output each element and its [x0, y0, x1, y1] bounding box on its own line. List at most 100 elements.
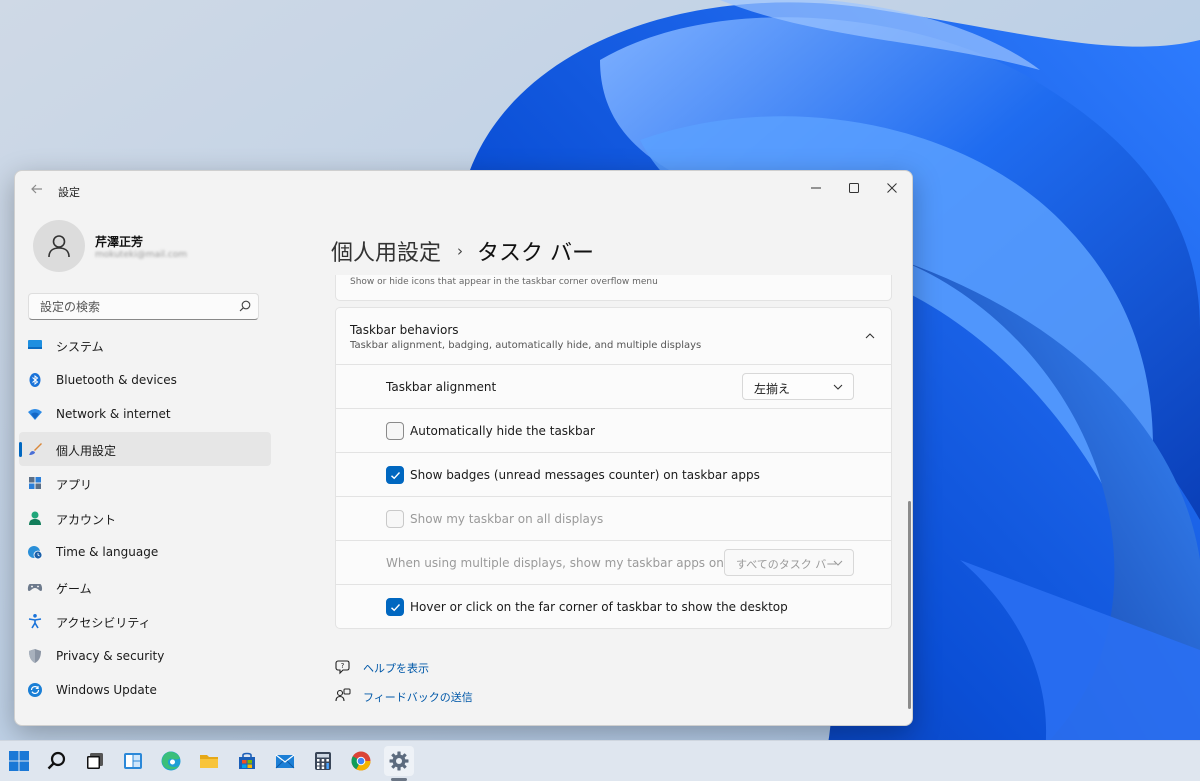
person-icon — [27, 510, 43, 526]
auto-hide-checkbox[interactable] — [386, 422, 404, 440]
scrollbar[interactable] — [908, 501, 911, 709]
sidebar-item-accounts[interactable]: アカウント — [19, 501, 271, 536]
sidebar-item-label: 個人用設定 — [56, 443, 117, 458]
sidebar-nav: システム Bluetooth & devices Network & inter… — [19, 328, 271, 708]
sidebar-item-apps[interactable]: アプリ — [19, 466, 271, 501]
edge-button[interactable] — [156, 746, 186, 776]
widgets-icon — [124, 753, 142, 769]
sidebar-item-label: システム — [56, 340, 104, 354]
brush-icon — [27, 441, 43, 457]
card-description: Show or hide icons that appear in the ta… — [350, 277, 658, 287]
sidebar-item-label: Privacy & security — [56, 648, 165, 663]
back-button[interactable] — [27, 182, 47, 200]
multi-display-label: When using multiple displays, show my ta… — [386, 556, 724, 570]
dropdown-value: すべてのタスク バー — [736, 558, 838, 571]
globe-clock-icon — [27, 544, 43, 560]
taskbar-alignment-row: Taskbar alignment 左揃え — [335, 365, 892, 409]
show-desktop-checkbox[interactable] — [386, 598, 404, 616]
settings-button[interactable] — [384, 746, 414, 776]
feedback-icon — [335, 688, 351, 702]
shield-icon — [27, 648, 43, 664]
taskbar-search-button[interactable] — [42, 746, 72, 776]
wifi-icon — [27, 406, 43, 422]
user-email: mokuteki@mail.com — [95, 250, 188, 260]
gamepad-icon — [27, 579, 43, 595]
sidebar-item-gaming[interactable]: ゲーム — [19, 570, 271, 605]
search-input[interactable] — [29, 294, 229, 319]
update-icon — [27, 682, 43, 698]
sidebar-item-accessibility[interactable]: アクセシビリティ — [19, 604, 271, 639]
help-link-text[interactable]: ヘルプを表示 — [363, 660, 429, 676]
chrome-icon — [351, 751, 371, 771]
help-link[interactable]: ? ヘルプを表示 — [335, 657, 535, 677]
checkmark-icon — [390, 603, 400, 611]
mail-icon — [275, 754, 295, 769]
task-view-icon — [87, 753, 103, 769]
section-title: Taskbar behaviors — [350, 323, 459, 337]
page-title: タスク バー — [477, 241, 595, 266]
minimize-button[interactable] — [797, 175, 835, 201]
minimize-icon — [811, 187, 821, 189]
store-icon — [239, 752, 255, 769]
search-box — [28, 293, 259, 320]
edge-icon — [161, 751, 181, 771]
section-description: Taskbar alignment, badging, automaticall… — [350, 340, 702, 351]
store-button[interactable] — [232, 746, 262, 776]
file-explorer-button[interactable] — [194, 746, 224, 776]
feedback-link-text[interactable]: フィードバックの送信 — [363, 689, 473, 705]
apps-icon — [27, 475, 43, 491]
sidebar-item-label: Time & language — [56, 545, 159, 559]
chevron-down-icon — [833, 384, 843, 390]
app-title: 設定 — [58, 186, 80, 199]
mail-button[interactable] — [270, 746, 300, 776]
start-icon — [9, 751, 29, 771]
search-icon[interactable] — [238, 299, 252, 313]
taskbar-corner-overflow-card[interactable]: Show or hide icons that appear in the ta… — [335, 275, 892, 301]
show-badges-checkbox[interactable] — [386, 466, 404, 484]
multi-display-row: When using multiple displays, show my ta… — [335, 541, 892, 585]
maximize-icon — [849, 183, 859, 193]
chevron-up-icon[interactable] — [863, 329, 877, 343]
breadcrumb-parent[interactable]: 個人用設定 — [331, 235, 441, 267]
sidebar-item-label: Bluetooth & devices — [56, 372, 177, 387]
all-displays-label: Show my taskbar on all displays — [410, 512, 604, 526]
show-desktop-label[interactable]: Hover or click on the far corner of task… — [410, 600, 788, 614]
taskbar-alignment-label: Taskbar alignment — [386, 380, 497, 394]
person-icon — [48, 235, 70, 258]
sidebar-item-network[interactable]: Network & internet — [19, 397, 271, 432]
search-icon — [47, 751, 66, 770]
maximize-button[interactable] — [835, 175, 873, 201]
calculator-button[interactable] — [308, 746, 338, 776]
bluetooth-icon — [27, 372, 43, 388]
feedback-link[interactable]: フィードバックの送信 — [335, 686, 535, 706]
show-badges-label[interactable]: Show badges (unread messages counter) on… — [410, 468, 760, 482]
avatar[interactable] — [33, 220, 85, 272]
all-displays-checkbox[interactable] — [386, 510, 404, 528]
chrome-button[interactable] — [346, 746, 376, 776]
sidebar-item-windows-update[interactable]: Windows Update — [19, 673, 271, 708]
sidebar-item-personalization[interactable]: 個人用設定 — [19, 431, 271, 466]
show-badges-row: Show badges (unread messages counter) on… — [335, 453, 892, 497]
arrow-left-icon — [31, 184, 42, 194]
checkmark-icon — [390, 471, 400, 479]
taskbar-alignment-dropdown[interactable]: 左揃え — [742, 373, 854, 400]
chevron-down-icon — [833, 560, 843, 566]
sidebar-item-bluetooth[interactable]: Bluetooth & devices — [19, 363, 271, 398]
accessibility-icon — [27, 613, 43, 629]
sidebar-item-label: アクセシビリティ — [56, 616, 151, 630]
sidebar-item-time-language[interactable]: Time & language — [19, 535, 271, 570]
sidebar-item-privacy[interactable]: Privacy & security — [19, 639, 271, 674]
sidebar-item-label: アプリ — [56, 478, 93, 492]
task-view-button[interactable] — [80, 746, 110, 776]
taskbar-behaviors-header[interactable]: Taskbar behaviors Taskbar alignment, bad… — [335, 307, 892, 365]
breadcrumb: 個人用設定 › タスク バー — [331, 235, 594, 267]
all-displays-row: Show my taskbar on all displays — [335, 497, 892, 541]
start-button[interactable] — [4, 746, 34, 776]
settings-window: 設定 芹澤正芳 mokuteki@mail.com シス — [14, 170, 913, 726]
close-button[interactable] — [873, 175, 911, 201]
widgets-button[interactable] — [118, 746, 148, 776]
file-explorer-icon — [200, 755, 218, 768]
sidebar-item-system[interactable]: システム — [19, 328, 271, 363]
auto-hide-label[interactable]: Automatically hide the taskbar — [410, 424, 595, 438]
multi-display-dropdown[interactable]: すべてのタスク バー — [724, 549, 854, 576]
